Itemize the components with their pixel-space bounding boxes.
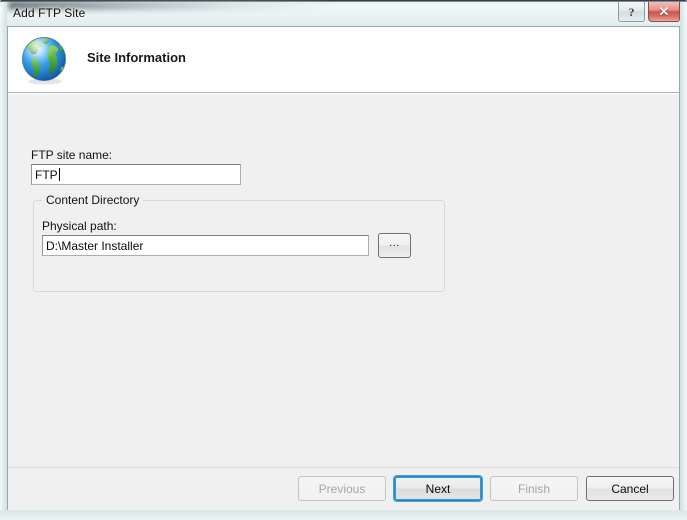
finish-button[interactable]: Finish bbox=[490, 476, 578, 501]
content-directory-legend: Content Directory bbox=[42, 193, 144, 207]
browse-directory-button[interactable]: ... bbox=[378, 233, 411, 258]
dialog-footer: Previous Next Finish Cancel bbox=[8, 467, 679, 510]
close-button[interactable]: ✕ bbox=[648, 2, 680, 22]
window-frame-right-edge bbox=[680, 2, 687, 518]
help-button[interactable]: ? bbox=[618, 2, 645, 22]
dialog-client-area: Site Information FTP site name: FTP Cont… bbox=[7, 26, 680, 510]
finish-button-label: Finish bbox=[517, 481, 550, 496]
ftp-site-name-input[interactable]: FTP bbox=[31, 164, 241, 185]
page-title: Site Information bbox=[87, 50, 186, 65]
ellipsis-icon: ... bbox=[389, 237, 400, 249]
close-icon: ✕ bbox=[658, 4, 670, 19]
window-title: Add FTP Site bbox=[13, 6, 86, 20]
physical-path-input[interactable]: D:\Master Installer bbox=[42, 235, 369, 256]
cancel-button-label: Cancel bbox=[611, 481, 649, 496]
text-caret bbox=[58, 168, 60, 181]
next-button-label: Next bbox=[425, 481, 451, 496]
previous-button-label: Previous bbox=[318, 481, 366, 496]
dialog-header: Site Information bbox=[8, 27, 679, 93]
ftp-site-name-value: FTP bbox=[35, 167, 58, 182]
globe-icon bbox=[22, 37, 66, 85]
physical-path-value: D:\Master Installer bbox=[46, 238, 144, 253]
window-frame-bottom-edge bbox=[0, 511, 687, 520]
help-icon: ? bbox=[628, 4, 635, 19]
dialog-body: FTP site name: FTP Content Directory Phy… bbox=[8, 94, 679, 468]
window-frame-left-edge bbox=[0, 2, 7, 518]
cancel-button[interactable]: Cancel bbox=[586, 476, 674, 501]
title-bar[interactable]: Add FTP Site ? ✕ bbox=[0, 0, 687, 28]
physical-path-label: Physical path: bbox=[42, 219, 117, 233]
previous-button[interactable]: Previous bbox=[298, 476, 386, 501]
ftp-site-name-label: FTP site name: bbox=[31, 148, 113, 162]
add-ftp-site-dialog: Add FTP Site ? ✕ Site Information FTP si… bbox=[0, 0, 687, 520]
next-button[interactable]: Next bbox=[394, 476, 482, 501]
